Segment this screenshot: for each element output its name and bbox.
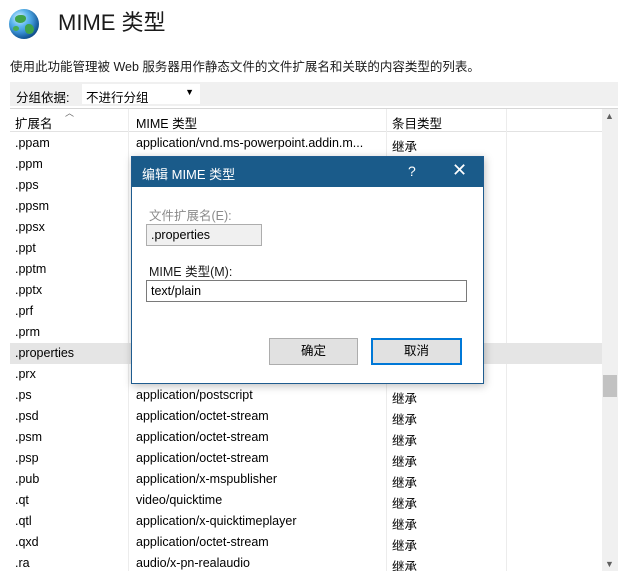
extension-cell: .ppt (15, 241, 36, 255)
mime-type-cell: application/octet-stream (136, 409, 269, 423)
table-row[interactable]: .ppam application/vnd.ms-powerpoint.addin… (10, 133, 602, 154)
scrollbar-thumb[interactable] (603, 375, 617, 397)
table-row[interactable]: .qtl application/x-quicktimeplayer 继承 (10, 511, 602, 532)
table-row[interactable]: .psm application/octet-stream 继承 (10, 427, 602, 448)
table-row[interactable]: .pub application/x-mspublisher 继承 (10, 469, 602, 490)
scroll-down-icon[interactable]: ▼ (605, 559, 614, 569)
list-header: 扩展名 ︿ MIME 类型 条目类型 (10, 109, 602, 132)
table-row[interactable]: .ra audio/x-pn-realaudio 继承 (10, 553, 602, 571)
mime-type-cell: audio/x-pn-realaudio (136, 556, 250, 570)
table-row[interactable]: .psd application/octet-stream 继承 (10, 406, 602, 427)
globe-icon (9, 9, 39, 39)
extension-cell: .properties (15, 346, 75, 360)
dropdown-arrow-icon: ▼ (185, 87, 194, 97)
extension-cell: .pub (15, 472, 40, 486)
ok-button[interactable]: 确定 (269, 338, 358, 365)
table-row[interactable]: .qxd application/octet-stream 继承 (10, 532, 602, 553)
entry-type-cell: 继承 (392, 140, 418, 154)
column-header-extension[interactable]: 扩展名 (15, 113, 53, 132)
extension-cell: .pptx (15, 283, 43, 297)
mime-type-cell: application/octet-stream (136, 451, 269, 465)
group-by-select[interactable]: 不进行分组 ▼ (82, 84, 200, 105)
extension-cell: .ps (15, 388, 32, 402)
entry-type-cell: 继承 (392, 560, 418, 571)
entry-type-cell: 继承 (392, 434, 418, 448)
mime-type-cell: application/vnd.ms-powerpoint.addin.m... (136, 136, 364, 150)
extension-cell: .pptm (15, 262, 47, 276)
table-row[interactable]: .qt video/quicktime 继承 (10, 490, 602, 511)
dialog-title: 编辑 MIME 类型 (142, 167, 236, 182)
extension-field: .properties (146, 224, 262, 246)
table-row[interactable]: .ps application/postscript 继承 (10, 385, 602, 406)
dialog-titlebar: 编辑 MIME 类型 ? ✕ (132, 157, 483, 187)
mime-type-field[interactable]: text/plain (146, 280, 467, 302)
mime-type-cell: application/x-mspublisher (136, 472, 278, 486)
extension-label: 文件扩展名(E): (149, 209, 232, 223)
entry-type-cell: 继承 (392, 539, 418, 553)
scroll-up-icon[interactable]: ▲ (605, 111, 614, 121)
help-icon[interactable]: ? (408, 163, 416, 179)
extension-cell: .ppam (15, 136, 50, 150)
extension-cell: .ppm (15, 157, 43, 171)
page-description: 使用此功能管理被 Web 服务器用作静态文件的文件扩展名和关联的内容类型的列表。 (10, 60, 480, 74)
group-by-value: 不进行分组 (86, 91, 149, 105)
extension-cell: .qxd (15, 535, 39, 549)
edit-mime-type-dialog: 编辑 MIME 类型 ? ✕ 文件扩展名(E): .properties MIM… (131, 156, 484, 384)
mime-type-cell: application/octet-stream (136, 430, 269, 444)
mime-type-cell: application/octet-stream (136, 535, 269, 549)
page-title: MIME 类型 (58, 10, 166, 35)
mime-type-cell: application/x-quicktimeplayer (136, 514, 297, 528)
mime-type-value: text/plain (151, 284, 202, 298)
table-row[interactable]: .psp application/octet-stream 继承 (10, 448, 602, 469)
entry-type-cell: 继承 (392, 476, 418, 490)
extension-cell: .ppsm (15, 199, 50, 213)
extension-cell: .psp (15, 451, 39, 465)
extension-cell: .ra (15, 556, 30, 570)
cancel-button[interactable]: 取消 (371, 338, 462, 365)
mime-type-cell: application/postscript (136, 388, 253, 402)
mime-type-label: MIME 类型(M): (149, 265, 233, 279)
extension-cell: .ppsx (15, 220, 45, 234)
mime-type-cell: video/quicktime (136, 493, 223, 507)
entry-type-cell: 继承 (392, 518, 418, 532)
extension-cell: .psd (15, 409, 39, 423)
extension-cell: .prm (15, 325, 40, 339)
vertical-scrollbar[interactable]: ▲ ▼ (602, 109, 618, 571)
close-icon[interactable]: ✕ (452, 160, 467, 181)
extension-cell: .qtl (15, 514, 32, 528)
extension-cell: .psm (15, 430, 43, 444)
extension-value: .properties (151, 228, 211, 242)
column-header-entry-type[interactable]: 条目类型 (392, 113, 442, 132)
extension-cell: .pps (15, 178, 39, 192)
entry-type-cell: 继承 (392, 413, 418, 427)
column-header-mime-type[interactable]: MIME 类型 (136, 113, 197, 132)
group-by-bar: 分组依据: 不进行分组 ▼ (10, 82, 618, 106)
entry-type-cell: 继承 (392, 497, 418, 511)
entry-type-cell: 继承 (392, 455, 418, 469)
entry-type-cell: 继承 (392, 392, 418, 406)
sort-ascending-icon: ︿ (65, 108, 75, 118)
extension-cell: .prf (15, 304, 34, 318)
group-by-label: 分组依据: (16, 91, 70, 105)
extension-cell: .prx (15, 367, 36, 381)
extension-cell: .qt (15, 493, 29, 507)
